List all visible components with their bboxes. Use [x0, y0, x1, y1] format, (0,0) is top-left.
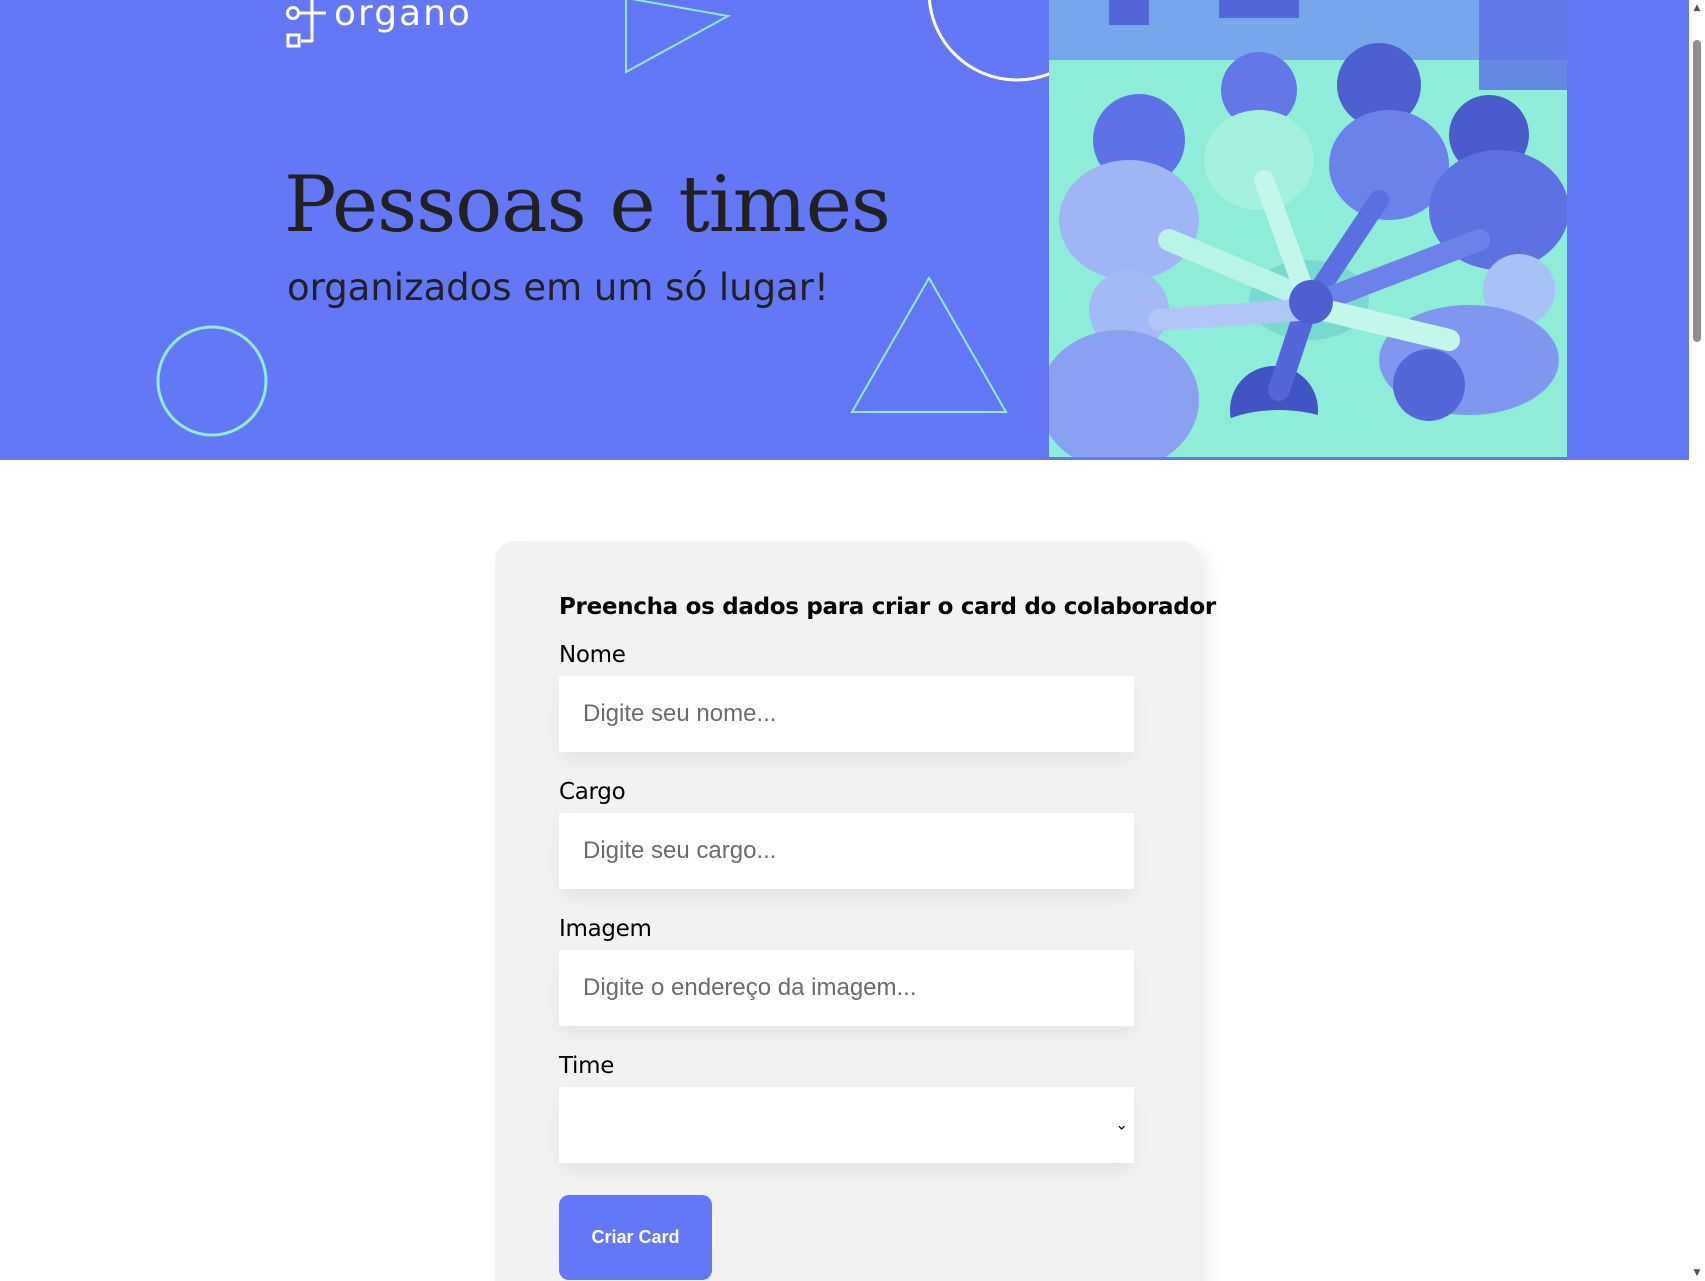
organo-logo-icon	[286, 0, 326, 48]
time-label: Time	[559, 1053, 615, 1079]
decorative-play-triangle-icon	[625, 0, 731, 74]
decorative-triangle-icon	[850, 275, 1008, 413]
brand-logo[interactable]: organo	[286, 0, 472, 50]
cargo-label: Cargo	[559, 779, 626, 805]
field-nome: Nome	[559, 642, 1136, 752]
nome-input[interactable]	[559, 676, 1134, 752]
imagem-input[interactable]	[559, 950, 1134, 1026]
field-cargo: Cargo	[559, 779, 1136, 889]
time-select-wrapper: ⌄	[559, 1087, 1134, 1163]
team-photo-illustration-icon	[1049, 0, 1567, 457]
nome-label: Nome	[559, 642, 626, 668]
cargo-input[interactable]	[559, 813, 1134, 889]
decorative-circle-outline-icon	[156, 325, 268, 437]
hero-banner: organo Pessoas e times organizados em um…	[0, 0, 1689, 460]
scroll-down-arrow-icon[interactable]: ▼	[1689, 1265, 1705, 1281]
criar-card-button[interactable]: Criar Card	[559, 1195, 712, 1280]
scrollbar-thumb[interactable]	[1693, 40, 1701, 342]
hero-subtitle: organizados em um só lugar!	[287, 266, 829, 309]
team-hands-together-photo	[1049, 0, 1567, 457]
hero-title: Pessoas e times	[284, 160, 891, 250]
page-viewport: organo Pessoas e times organizados em um…	[0, 0, 1689, 1281]
collaborator-form: Preencha os dados para criar o card do c…	[559, 594, 1216, 1280]
field-time: Time ⌄	[559, 1053, 1136, 1163]
brand-name: organo	[334, 0, 472, 34]
form-heading: Preencha os dados para criar o card do c…	[559, 594, 1216, 620]
time-select[interactable]	[559, 1087, 1134, 1163]
imagem-label: Imagem	[559, 916, 652, 942]
scroll-up-arrow-icon[interactable]: ▲	[1689, 0, 1705, 16]
field-imagem: Imagem	[559, 916, 1136, 1026]
collaborator-form-card: Preencha os dados para criar o card do c…	[495, 541, 1216, 1281]
page-scrollbar[interactable]: ▲ ▼	[1689, 0, 1705, 1281]
